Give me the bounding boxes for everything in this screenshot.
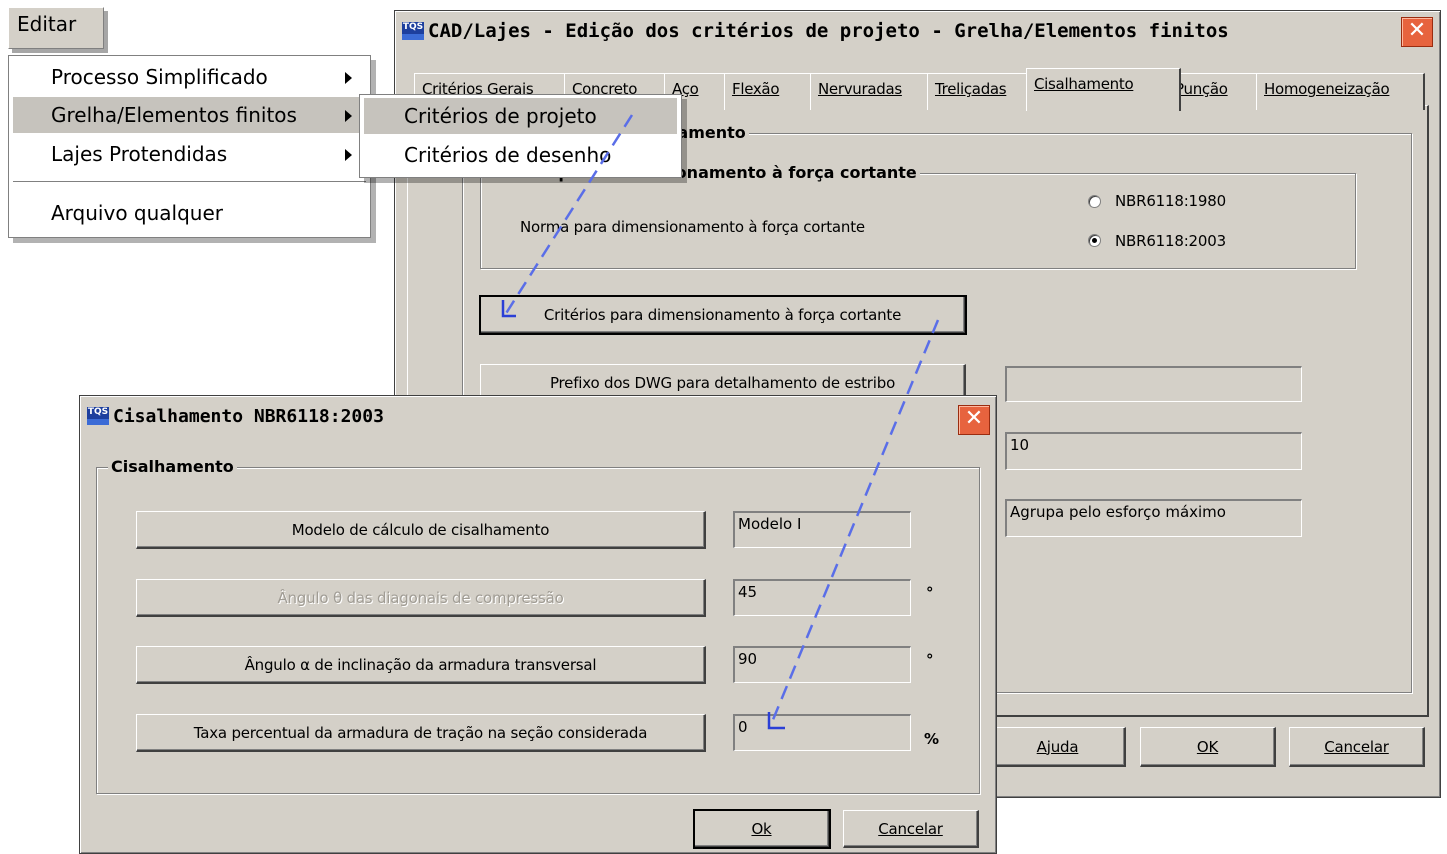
tension-rate-field[interactable]: 0 [733, 714, 911, 751]
main-ok-button[interactable]: OK [1140, 727, 1276, 767]
theta-unit: ° [926, 584, 934, 602]
submenu-item-criterios-projeto[interactable]: Critérios de projeto [364, 98, 677, 134]
sub-dialog-title: Cisalhamento NBR6118:2003 [113, 405, 384, 427]
main-dialog-title: CAD/Lajes - Edição dos critérios de proj… [428, 20, 1229, 42]
tab-homogeneizacao[interactable]: Homogeneização [1256, 73, 1425, 110]
radio-nbr2003-label[interactable]: NBR6118:2003 [1115, 232, 1226, 250]
main-cancel-button[interactable]: Cancelar [1289, 727, 1425, 767]
theta-angle-button: Ângulo θ das diagonais de compressão [136, 579, 706, 617]
sub-close-button[interactable]: ✕ [958, 405, 990, 435]
submenu-arrow-icon [345, 149, 352, 161]
sub-group-title: Cisalhamento [108, 457, 237, 476]
main-field-3[interactable]: Agrupa pelo esforço máximo [1005, 499, 1302, 537]
tab-cisalhamento[interactable]: Cisalhamento [1026, 68, 1181, 111]
submenu-arrow-icon [345, 72, 352, 84]
tab-flexao[interactable]: Flexão [724, 73, 813, 110]
main-field-2[interactable]: 10 [1005, 432, 1302, 470]
main-close-button[interactable]: ✕ [1401, 17, 1433, 47]
tgs-logo-icon: TQS [87, 407, 109, 425]
alpha-angle-button[interactable]: Ângulo α de inclinação da armadura trans… [136, 646, 706, 684]
tab-nervuradas[interactable]: Nervuradas [810, 73, 934, 110]
submenu: Critérios de projeto Critérios de desenh… [359, 94, 682, 178]
menu-item-processo-simplificado[interactable]: Processo Simplificado [13, 59, 366, 95]
menu-item-arquivo-qualquer[interactable]: Arquivo qualquer [13, 195, 366, 231]
alpha-unit: ° [926, 651, 934, 669]
sub-cancel-button[interactable]: Cancelar [843, 810, 979, 848]
menu-item-grelha[interactable]: Grelha/Elementos finitos [13, 97, 366, 133]
norm-label: Norma para dimensionamento à força corta… [520, 218, 865, 236]
radio-nbr1980-label[interactable]: NBR6118:1980 [1115, 192, 1226, 210]
criteria-shear-button[interactable]: Critérios para dimensionamento à força c… [479, 295, 967, 335]
model-calc-button[interactable]: Modelo de cálculo de cisalhamento [136, 511, 706, 549]
radio-nbr1980[interactable] [1088, 195, 1101, 208]
theta-angle-field[interactable]: 45 [733, 579, 911, 616]
menu-editar[interactable]: Editar [8, 7, 104, 49]
model-calc-field[interactable]: Modelo I [733, 511, 911, 548]
dropdown-menu: Processo Simplificado Grelha/Elementos f… [8, 55, 371, 238]
submenu-arrow-icon [345, 110, 352, 122]
tgs-logo-icon: TQS [402, 22, 424, 40]
tension-rate-button[interactable]: Taxa percentual da armadura de tração na… [136, 714, 706, 752]
radio-nbr2003[interactable] [1088, 234, 1101, 247]
main-help-button[interactable]: Ajuda [990, 727, 1126, 767]
dwg-prefix-field[interactable] [1005, 366, 1302, 402]
tab-trelicadas[interactable]: Treliçadas [927, 73, 1042, 110]
alpha-angle-field[interactable]: 90 [733, 646, 911, 683]
sub-ok-button[interactable]: Ok [693, 809, 831, 849]
menu-separator [13, 181, 366, 183]
menu-item-lajes-protendidas[interactable]: Lajes Protendidas [13, 136, 366, 172]
submenu-item-criterios-desenho[interactable]: Critérios de desenho [364, 137, 677, 173]
main-dialog-titlebar[interactable]: TQS CAD/Lajes - Edição dos critérios de … [398, 14, 1437, 48]
tension-rate-unit: % [924, 730, 939, 748]
sub-dialog-titlebar[interactable]: TQS Cisalhamento NBR6118:2003 [83, 399, 993, 433]
